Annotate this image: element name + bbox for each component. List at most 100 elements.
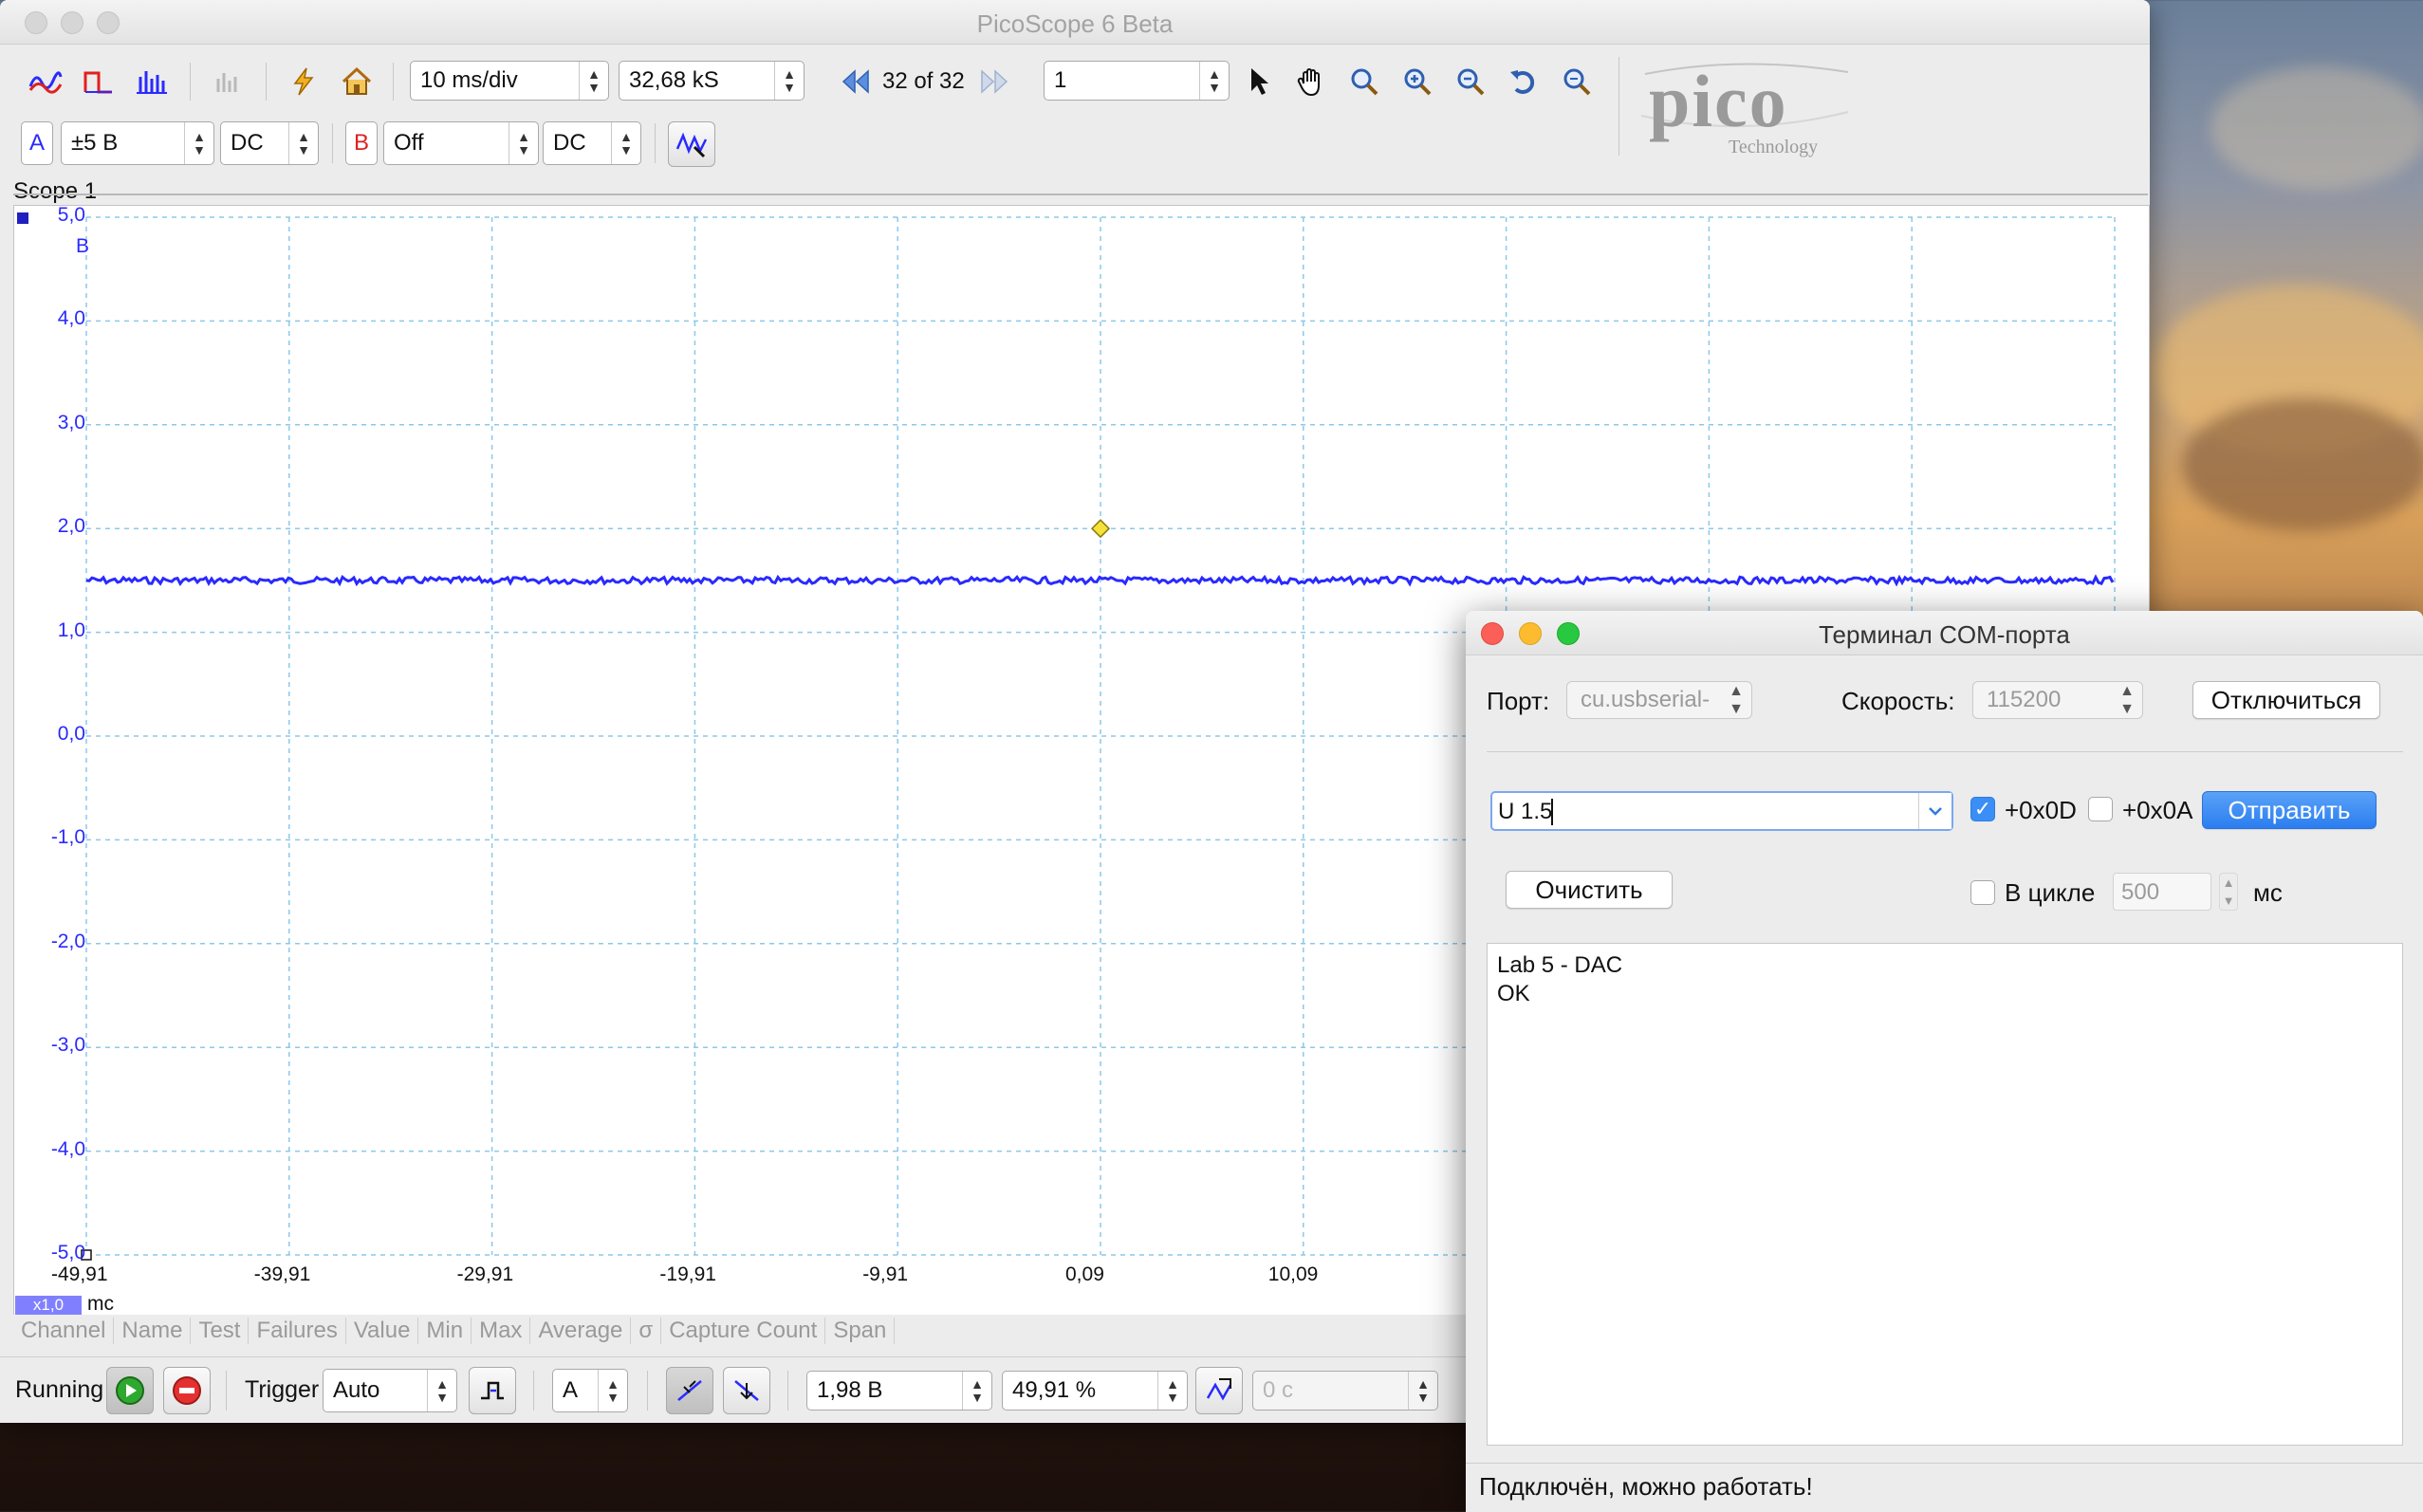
append-lf-checkbox[interactable]	[2088, 797, 2113, 821]
loop-interval-field[interactable]: 500	[2113, 873, 2211, 911]
y-tick-label: -5,0	[50, 1242, 85, 1263]
first-capture-icon[interactable]	[837, 61, 875, 102]
port-label: Порт:	[1487, 687, 1550, 715]
stop-button[interactable]	[163, 1367, 211, 1414]
zoom-out-icon[interactable]	[1450, 61, 1491, 102]
channel-a-range-value: ±5 B	[71, 130, 119, 156]
channel-b-coupling-stepper[interactable]: ▲ ▼	[611, 122, 640, 164]
measurement-column-header[interactable]: σ	[631, 1318, 662, 1344]
measurement-column-header[interactable]: Name	[114, 1318, 192, 1344]
falling-edge-button[interactable]	[723, 1367, 770, 1414]
trigger-mode-stepper[interactable]: ▲ ▼	[427, 1370, 456, 1411]
measurement-column-header[interactable]: Capture Count	[661, 1318, 826, 1344]
command-input[interactable]: U 1.5	[1498, 799, 1552, 825]
channel-a-range-stepper[interactable]: ▲ ▼	[184, 122, 213, 164]
terminal-titlebar: Терминал COM-порта	[1466, 611, 2423, 655]
y-tick-label: 5,0	[57, 204, 85, 226]
trigger-mode-value: Auto	[333, 1377, 380, 1403]
zoom-region-icon[interactable]	[1343, 61, 1385, 102]
timebase-select[interactable]: 10 ms/div ▲ ▼	[410, 61, 609, 101]
command-combobox[interactable]: U 1.5	[1490, 791, 1953, 831]
port-select[interactable]: cu.usbserial- ▲ ▼	[1566, 681, 1752, 719]
y-tick-label: -1,0	[50, 826, 85, 849]
undo-zoom-icon[interactable]	[1503, 61, 1544, 102]
channel-a-range-select[interactable]: ±5 B ▲ ▼	[61, 121, 214, 165]
measurement-column-header[interactable]: Min	[418, 1318, 472, 1344]
delay-stepper[interactable]: ▲ ▼	[1408, 1372, 1437, 1410]
loop-interval-stepper[interactable]: ▲ ▼	[2219, 873, 2238, 911]
samples-stepper[interactable]: ▲ ▼	[774, 62, 804, 100]
timebase-value: 10 ms/div	[420, 67, 518, 93]
trigger-level-field[interactable]: 1,98 B ▲ ▼	[806, 1371, 992, 1411]
measurement-column-header[interactable]: Test	[191, 1318, 250, 1344]
delay-field[interactable]: 0 c ▲ ▼	[1252, 1371, 1438, 1411]
measurement-column-header[interactable]: Average	[530, 1318, 632, 1344]
measurement-column-header[interactable]: Span	[825, 1318, 896, 1344]
terminal-output[interactable]: Lab 5 - DAC OK	[1487, 943, 2403, 1446]
trigger-level-value: 1,98 B	[817, 1377, 883, 1403]
channel-a-coupling-select[interactable]: DC ▲ ▼	[220, 121, 319, 165]
speed-value: 115200	[1987, 687, 2062, 712]
stop-icon	[173, 1376, 201, 1405]
capture-navigation: 32 of 32	[882, 68, 965, 94]
channel-b-button[interactable]: B	[345, 121, 378, 165]
y-tick-label: 1,0	[57, 618, 85, 641]
measurement-column-header[interactable]: Failures	[249, 1318, 346, 1344]
trigger-channel-select[interactable]: A ▲ ▼	[552, 1369, 628, 1412]
channel-b-range-stepper[interactable]: ▲ ▼	[509, 122, 538, 164]
status-text: Подключён, можно работать!	[1479, 1472, 1813, 1501]
x-tick-label: 0,09	[1065, 1263, 1104, 1285]
hand-tool-icon[interactable]	[1290, 61, 1332, 102]
chevron-down-icon	[1929, 807, 1942, 816]
scope-tab[interactable]: Scope 1	[13, 178, 97, 205]
auto-setup-icon[interactable]	[283, 61, 324, 102]
append-cr-checkbox[interactable]: ✓	[1970, 797, 1995, 821]
spectrum-mode-icon[interactable]	[131, 61, 173, 102]
measurement-column-header[interactable]: Max	[472, 1318, 531, 1344]
capture-count-field[interactable]: 1 ▲ ▼	[1044, 61, 1230, 101]
send-button[interactable]: Отправить	[2202, 791, 2377, 829]
window-title: PicoScope 6 Beta	[976, 9, 1174, 38]
speed-select[interactable]: 115200 ▲ ▼	[1972, 681, 2143, 719]
samples-select[interactable]: 32,68 kS ▲ ▼	[619, 61, 805, 101]
trigger-mode-select[interactable]: Auto ▲ ▼	[323, 1369, 457, 1412]
start-button[interactable]	[106, 1367, 154, 1414]
scope-mode-icon[interactable]	[25, 61, 66, 102]
y-axis-unit: B	[76, 235, 90, 257]
trigger-channel-stepper[interactable]: ▲ ▼	[598, 1370, 627, 1411]
pico-logo-text: pico	[1649, 60, 1788, 142]
zoom-to-fit-icon[interactable]	[1556, 61, 1598, 102]
trigger-level-stepper[interactable]: ▲ ▼	[962, 1372, 991, 1410]
signal-generator-button[interactable]	[668, 121, 715, 167]
chevron-updown-icon: ▲ ▼	[2119, 683, 2135, 717]
timebase-stepper[interactable]: ▲ ▼	[579, 62, 608, 100]
select-tool-icon[interactable]	[1239, 61, 1281, 102]
channel-a-button[interactable]: A	[21, 121, 53, 165]
measurement-column-header[interactable]: Channel	[13, 1318, 115, 1344]
combobox-dropdown-button[interactable]	[1918, 793, 1951, 829]
measurement-column-header[interactable]: Value	[346, 1318, 419, 1344]
clear-button[interactable]: Очистить	[1506, 871, 1673, 909]
loop-checkbox[interactable]	[1970, 880, 1995, 905]
home-icon[interactable]	[336, 61, 378, 102]
trigger-channel-value: A	[563, 1377, 579, 1403]
advanced-trigger-button[interactable]	[469, 1367, 516, 1414]
channel-b-coupling-select[interactable]: DC ▲ ▼	[543, 121, 641, 165]
com-terminal-window: Терминал COM-порта Порт: cu.usbserial- ▲…	[1466, 611, 2423, 1512]
post-trigger-delay-button[interactable]	[1195, 1367, 1243, 1414]
x-tick-label: -49,91	[51, 1263, 108, 1285]
advanced-trigger-icon	[481, 1381, 504, 1400]
channel-options-icon[interactable]	[207, 61, 249, 102]
pre-trigger-field[interactable]: 49,91 % ▲ ▼	[1002, 1371, 1188, 1411]
channel-a-coupling-stepper[interactable]: ▲ ▼	[288, 122, 318, 164]
zoom-in-icon[interactable]	[1396, 61, 1438, 102]
rising-edge-button[interactable]	[666, 1367, 713, 1414]
persistence-mode-icon[interactable]	[78, 61, 120, 102]
y-tick-label: -3,0	[50, 1034, 85, 1057]
last-capture-icon[interactable]	[975, 61, 1013, 102]
channel-b-range-select[interactable]: Off ▲ ▼	[383, 121, 539, 165]
x-tick-label: -9,91	[862, 1263, 909, 1285]
pre-trigger-stepper[interactable]: ▲ ▼	[1157, 1372, 1187, 1410]
capture-count-stepper[interactable]: ▲ ▼	[1199, 62, 1229, 100]
disconnect-button[interactable]: Отключиться	[2192, 681, 2380, 719]
